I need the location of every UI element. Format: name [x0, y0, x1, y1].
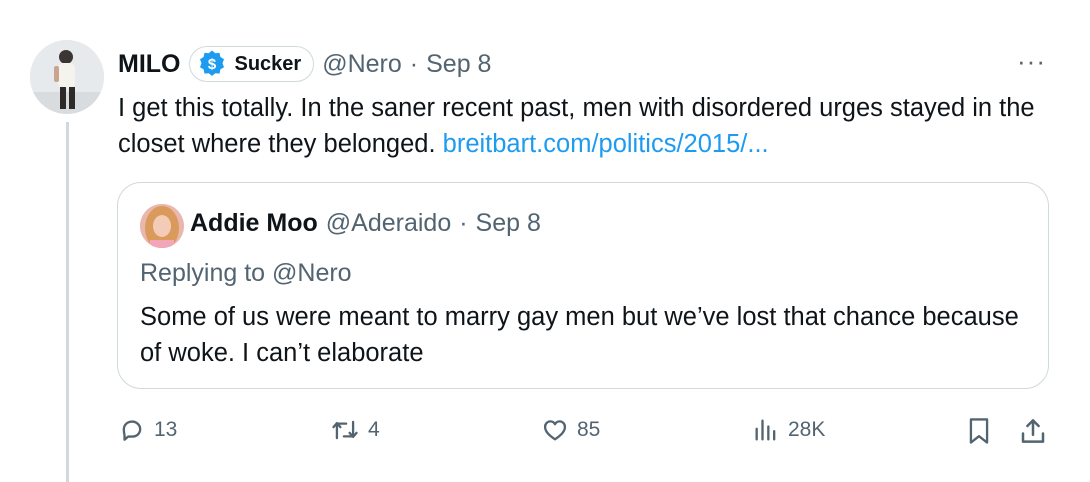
- like-count: 85: [577, 418, 601, 441]
- repost-icon: [332, 420, 358, 440]
- affiliation-badge[interactable]: $ Sucker: [188, 46, 315, 82]
- tweet-text: I get this totally. In the saner recent …: [118, 90, 1048, 162]
- quote-meta-separator: ·: [459, 209, 468, 237]
- like-button[interactable]: 85: [541, 416, 600, 444]
- quote-avatar-photo: [140, 204, 184, 248]
- tweet-date[interactable]: Sep 8: [426, 50, 491, 79]
- quote-header: Addie Moo @Aderaido · Sep 8: [190, 209, 541, 238]
- repost-count: 4: [368, 418, 380, 441]
- reply-icon: [122, 420, 142, 441]
- avatar-photo: [30, 40, 104, 114]
- views-icon: [755, 419, 776, 441]
- bookmark-icon: [969, 418, 989, 444]
- quoted-tweet[interactable]: Addie Moo @Aderaido · Sep 8 Replying to …: [117, 182, 1049, 389]
- quote-text: Some of us were meant to marry gay men b…: [140, 303, 1019, 367]
- quote-author-avatar: [140, 204, 184, 248]
- share-icon: [1021, 419, 1045, 443]
- like-icon: [543, 420, 567, 441]
- meta-separator: ·: [409, 49, 419, 78]
- reply-count: 13: [154, 418, 178, 441]
- badge-label: Sucker: [234, 52, 302, 75]
- views-count: 28K: [788, 418, 826, 441]
- bookmark-button[interactable]: [965, 416, 993, 451]
- reply-button[interactable]: 13: [118, 416, 177, 444]
- author-name[interactable]: MILO: [118, 50, 181, 79]
- tweet-link[interactable]: breitbart.com/politics/2015/...: [443, 130, 769, 158]
- action-bar: 13 4 85 28K: [0, 410, 1090, 456]
- dollar-badge-icon: $: [199, 50, 224, 76]
- quote-author-handle[interactable]: @Aderaido: [326, 209, 451, 238]
- svg-text:$: $: [207, 56, 216, 73]
- quote-author-name[interactable]: Addie Moo: [190, 209, 318, 238]
- views-button[interactable]: 28K: [752, 416, 825, 444]
- share-button[interactable]: [1018, 416, 1048, 451]
- more-options-icon[interactable]: ···: [1017, 46, 1046, 77]
- repost-button[interactable]: 4: [330, 416, 380, 444]
- author-handle[interactable]: @Nero: [322, 50, 402, 79]
- quote-date[interactable]: Sep 8: [476, 209, 541, 238]
- replying-to: Replying to @Nero: [140, 259, 352, 287]
- author-avatar[interactable]: [30, 40, 104, 114]
- tweet-header: MILO $ Sucker @Nero · Sep 8: [118, 46, 491, 82]
